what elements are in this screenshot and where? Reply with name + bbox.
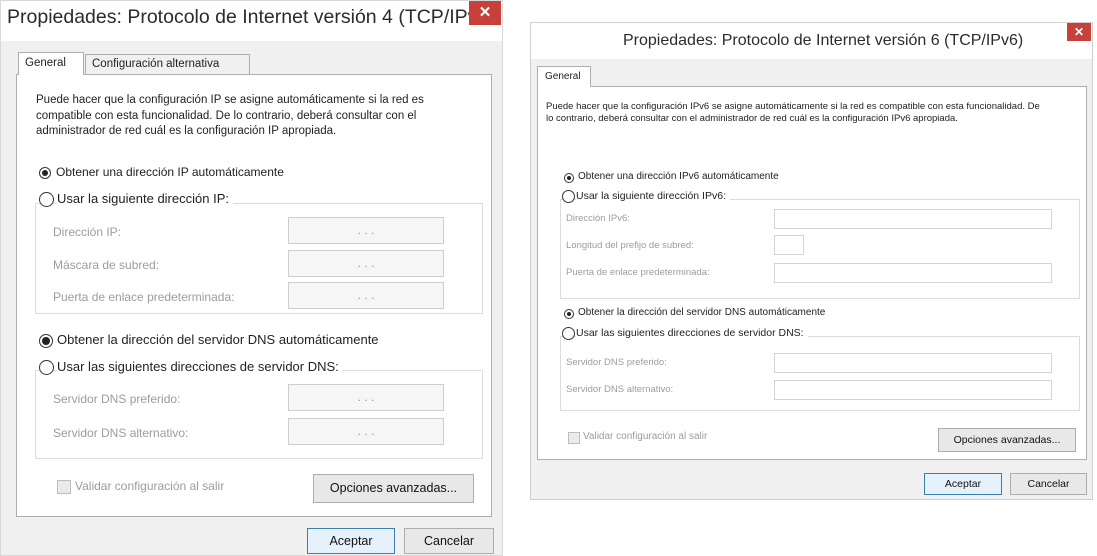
tab-alternative-configuration-label: Configuración alternativa (92, 58, 220, 70)
ipv6-cancel-button[interactable]: Cancelar (1010, 473, 1087, 495)
tab-alternative-configuration[interactable]: Configuración alternativa (85, 54, 250, 75)
ipv6-dns-manual-radio[interactable] (562, 327, 575, 340)
ip-auto-radio[interactable] (39, 167, 51, 179)
dns-manual-label: Usar las siguientes direcciones de servi… (57, 359, 343, 374)
ipv6-properties-dialog: Propiedades: Protocolo de Internet versi… (530, 22, 1093, 500)
ipv6-close-button[interactable]: ✕ (1067, 23, 1091, 41)
dns-auto-radio[interactable] (39, 334, 53, 348)
validate-checkbox[interactable] (57, 480, 71, 494)
gateway-label: Puerta de enlace predeterminada: (53, 290, 235, 304)
tab-general-ipv6-label: General (545, 71, 581, 82)
close-icon: ✕ (478, 4, 492, 21)
subnet-mask-field[interactable]: . . . (288, 250, 444, 277)
advanced-options-button[interactable]: Opciones avanzadas... (313, 474, 474, 503)
ipv6-dialog-title: Propiedades: Protocolo de Internet versi… (623, 32, 1024, 49)
ipv4-close-button[interactable]: ✕ (469, 1, 501, 25)
ipv4-general-panel: Puede hacer que la configuración IP se a… (16, 74, 492, 517)
ipv4-description: Puede hacer que la configuración IP se a… (36, 94, 424, 137)
ip-address-label: Dirección IP: (53, 225, 122, 239)
ipv6-auto-label: Obtener una dirección IPv6 automáticamen… (578, 171, 779, 182)
ip-auto-label: Obtener una dirección IP automáticamente (56, 165, 284, 179)
ipv6-description: Puede hacer que la configuración IPv6 se… (546, 101, 1040, 124)
ipv6-address-label: Dirección IPv6: (566, 213, 630, 224)
dns-manual-radio[interactable] (39, 360, 54, 375)
tab-general-ipv6[interactable]: General (537, 66, 591, 87)
ipv4-dialog-title: Propiedades: Protocolo de Internet versi… (7, 6, 493, 28)
prefix-length-label: Longitud del prefijo de subred: (566, 240, 694, 251)
ipv6-dns-manual-label: Usar las siguientes direcciones de servi… (576, 327, 808, 339)
ipv6-auto-radio[interactable] (564, 173, 574, 183)
dns-preferred-label: Servidor DNS preferido: (53, 392, 181, 406)
validate-label: Validar configuración al salir (75, 479, 225, 493)
ipv6-titlebar: Propiedades: Protocolo de Internet versi… (531, 23, 1092, 59)
ipv6-validate-label: Validar configuración al salir (583, 431, 708, 442)
prefix-length-field[interactable] (774, 235, 804, 255)
ip-manual-radio[interactable] (39, 192, 54, 207)
tab-general[interactable]: General (18, 52, 84, 75)
ip-address-field[interactable]: . . . (288, 217, 444, 244)
close-icon: ✕ (1073, 25, 1085, 39)
dns-alternate-field[interactable]: . . . (288, 418, 444, 445)
ipv6-ok-button[interactable]: Aceptar (924, 473, 1002, 495)
ipv6-dns-preferred-field[interactable] (774, 353, 1052, 373)
ipv6-gateway-field[interactable] (774, 263, 1052, 283)
ip-manual-label: Usar la siguiente dirección IP: (57, 191, 233, 206)
ipv6-advanced-options-button[interactable]: Opciones avanzadas... (938, 428, 1076, 452)
ipv6-dns-auto-label: Obtener la dirección del servidor DNS au… (578, 307, 826, 318)
ipv6-dns-auto-radio[interactable] (564, 309, 574, 319)
ipv6-dns-alternate-label: Servidor DNS alternativo: (566, 384, 674, 395)
ipv6-gateway-label: Puerta de enlace predeterminada: (566, 267, 710, 278)
cancel-button[interactable]: Cancelar (404, 528, 494, 554)
ipv6-general-panel: Puede hacer que la configuración IPv6 se… (537, 86, 1087, 460)
ipv4-properties-dialog: Propiedades: Protocolo de Internet versi… (0, 0, 503, 556)
ipv6-manual-label: Usar la siguiente dirección IPv6: (576, 190, 730, 202)
ipv4-titlebar: Propiedades: Protocolo de Internet versi… (1, 1, 502, 41)
ipv6-dns-alternate-field[interactable] (774, 380, 1052, 400)
dns-preferred-field[interactable]: . . . (288, 384, 444, 411)
gateway-field[interactable]: . . . (288, 282, 444, 309)
ipv6-address-field[interactable] (774, 209, 1052, 229)
dns-alternate-label: Servidor DNS alternativo: (53, 426, 189, 440)
ipv6-validate-checkbox[interactable] (568, 432, 580, 444)
subnet-mask-label: Máscara de subred: (53, 258, 160, 272)
tab-general-label: General (25, 57, 66, 69)
dns-auto-label: Obtener la dirección del servidor DNS au… (57, 332, 379, 347)
ok-button[interactable]: Aceptar (307, 528, 395, 554)
ipv6-dns-preferred-label: Servidor DNS preferido: (566, 357, 667, 368)
ipv6-manual-radio[interactable] (562, 190, 575, 203)
